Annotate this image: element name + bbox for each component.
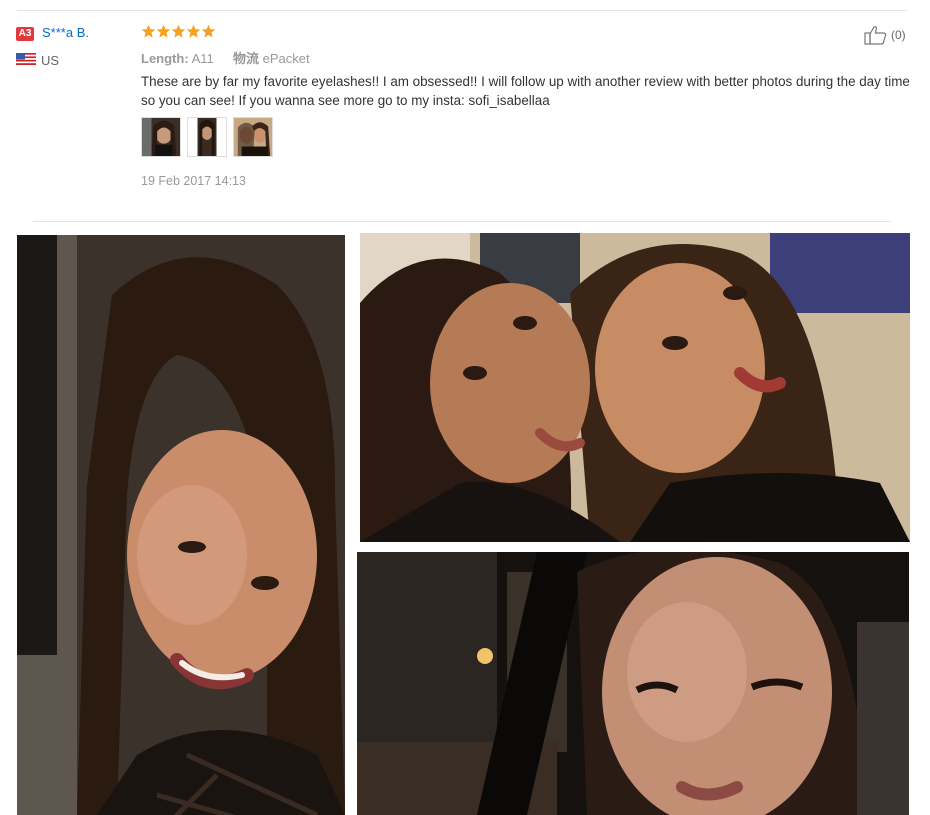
star-icon: [201, 24, 216, 38]
shipping-value: ePacket: [262, 51, 310, 66]
review-thumbnail[interactable]: [233, 117, 273, 157]
review-thumbnails: [141, 117, 273, 157]
helpful-button[interactable]: (0): [864, 25, 906, 45]
thumbs-up-icon: [864, 26, 887, 45]
reviewer-country: US: [41, 53, 60, 68]
rating-stars: [141, 24, 216, 40]
length-value: A11: [191, 51, 214, 66]
star-icon: [156, 24, 171, 38]
star-icon: [171, 24, 186, 38]
review-date: 19 Feb 2017 14:13: [141, 174, 246, 188]
star-icon: [186, 24, 201, 38]
review-photo[interactable]: [17, 235, 345, 815]
section-divider: [33, 221, 891, 222]
reviewer-name[interactable]: S***a B.: [42, 25, 89, 40]
review-photo[interactable]: [357, 552, 909, 815]
buyer-level-badge: A3: [16, 27, 34, 41]
order-info: Length: A11 物流 ePacket: [141, 48, 310, 67]
top-divider: [17, 10, 907, 11]
helpful-count: (0): [891, 28, 906, 42]
us-flag-icon: [16, 53, 36, 65]
review-thumbnail[interactable]: [141, 117, 181, 157]
review-photo[interactable]: [360, 233, 910, 542]
review-thumbnail[interactable]: [187, 117, 227, 157]
review-text: These are by far my favorite eyelashes!!…: [141, 74, 910, 108]
length-label: Length:: [141, 51, 189, 66]
star-icon: [141, 24, 156, 38]
shipping-label: 物流: [232, 51, 259, 66]
